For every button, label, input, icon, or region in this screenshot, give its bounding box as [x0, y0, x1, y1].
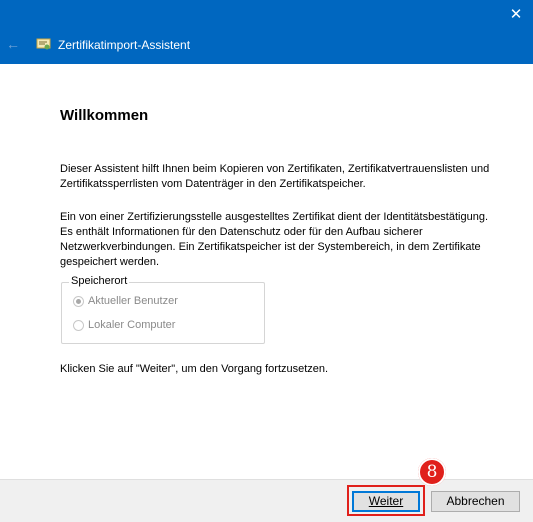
close-icon: ✕ [509, 6, 523, 23]
radio-local-computer[interactable]: Lokaler Computer [73, 319, 175, 331]
back-button[interactable]: ← [6, 36, 22, 52]
certificate-icon [36, 37, 52, 51]
button-bar: Weiter Abbrechen [0, 479, 533, 522]
intro-text: Dieser Assistent hilft Ihnen beim Kopier… [60, 163, 490, 190]
close-button[interactable]: ✕ [499, 0, 533, 30]
store-location-legend: Speicherort [69, 275, 130, 287]
title-bar: ✕ ← Zertifikatimport-Assistent [0, 0, 533, 64]
continue-hint-text: Klicken Sie auf "Weiter", um den Vorgang… [60, 363, 329, 375]
radio-button-unchecked[interactable] [73, 319, 84, 331]
radio-local-computer-label: Lokaler Computer [88, 319, 176, 331]
radio-current-user[interactable]: Aktueller Benutzer [73, 295, 178, 307]
page-title: Willkommen [60, 107, 149, 124]
certificate-description-text: Ein von einer Zertifizierungsstelle ausg… [60, 211, 489, 268]
cancel-button[interactable]: Abbrechen [431, 491, 520, 512]
step-badge: 8 [418, 458, 446, 486]
store-location-group: Speicherort Aktueller Benutzer Lokaler C… [61, 275, 265, 344]
radio-button-checked[interactable] [73, 295, 84, 307]
wizard-content: Willkommen Dieser Assistent hilft Ihnen … [0, 64, 533, 479]
cancel-button-label: Abbrechen [446, 494, 505, 508]
highlight-box [347, 485, 425, 516]
window-title: Zertifikatimport-Assistent [58, 38, 191, 52]
radio-current-user-label: Aktueller Benutzer [88, 295, 178, 307]
back-arrow-icon: ← [6, 36, 20, 52]
